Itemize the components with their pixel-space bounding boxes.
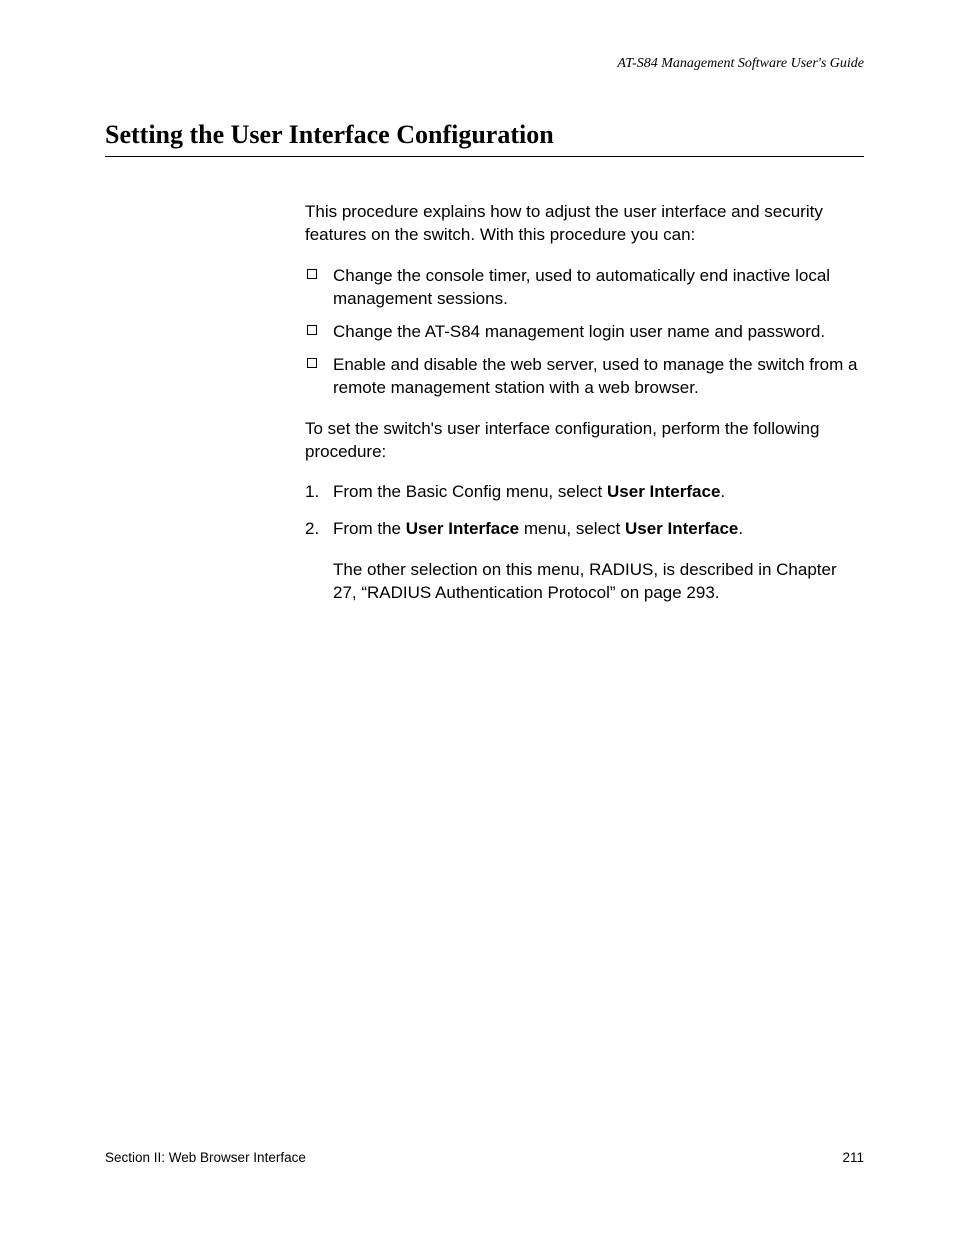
step-text-segment: From the Basic Config menu, select <box>333 482 607 501</box>
bullet-text: Enable and disable the web server, used … <box>333 355 857 397</box>
step-number: 1. <box>305 481 319 504</box>
section-title: Setting the User Interface Configuration <box>105 120 864 157</box>
step-text-bold: User Interface <box>406 519 519 538</box>
box-icon <box>307 358 317 368</box>
step-number: 2. <box>305 518 319 541</box>
footer-section-label: Section II: Web Browser Interface <box>105 1150 306 1165</box>
bullet-text: Change the AT-S84 management login user … <box>333 322 825 341</box>
bullet-text: Change the console timer, used to automa… <box>333 266 830 308</box>
document-page: AT-S84 Management Software User's Guide … <box>0 0 954 1235</box>
step-text-bold: User Interface <box>625 519 738 538</box>
step-followup: The other selection on this menu, RADIUS… <box>333 559 864 605</box>
numbered-steps: 1. From the Basic Config menu, select Us… <box>305 481 864 605</box>
page-footer: Section II: Web Browser Interface 211 <box>105 1150 864 1165</box>
step-text-bold: User Interface <box>607 482 720 501</box>
step-item: 1. From the Basic Config menu, select Us… <box>305 481 864 504</box>
step-text-segment: . <box>738 519 743 538</box>
step-text: From the User Interface menu, select Use… <box>333 519 743 538</box>
list-item: Change the AT-S84 management login user … <box>305 321 864 344</box>
intro-paragraph: This procedure explains how to adjust th… <box>305 201 864 247</box>
list-item: Change the console timer, used to automa… <box>305 265 864 311</box>
box-icon <box>307 269 317 279</box>
body-content: This procedure explains how to adjust th… <box>305 201 864 605</box>
step-text-segment: menu, select <box>519 519 625 538</box>
bullet-list: Change the console timer, used to automa… <box>305 265 864 400</box>
step-item: 2. From the User Interface menu, select … <box>305 518 864 605</box>
step-text: From the Basic Config menu, select User … <box>333 482 725 501</box>
pre-steps-paragraph: To set the switch's user interface confi… <box>305 418 864 464</box>
page-number: 211 <box>842 1150 864 1165</box>
list-item: Enable and disable the web server, used … <box>305 354 864 400</box>
running-header: AT-S84 Management Software User's Guide <box>105 56 864 72</box>
step-text-segment: . <box>720 482 725 501</box>
box-icon <box>307 325 317 335</box>
step-text-segment: From the <box>333 519 406 538</box>
